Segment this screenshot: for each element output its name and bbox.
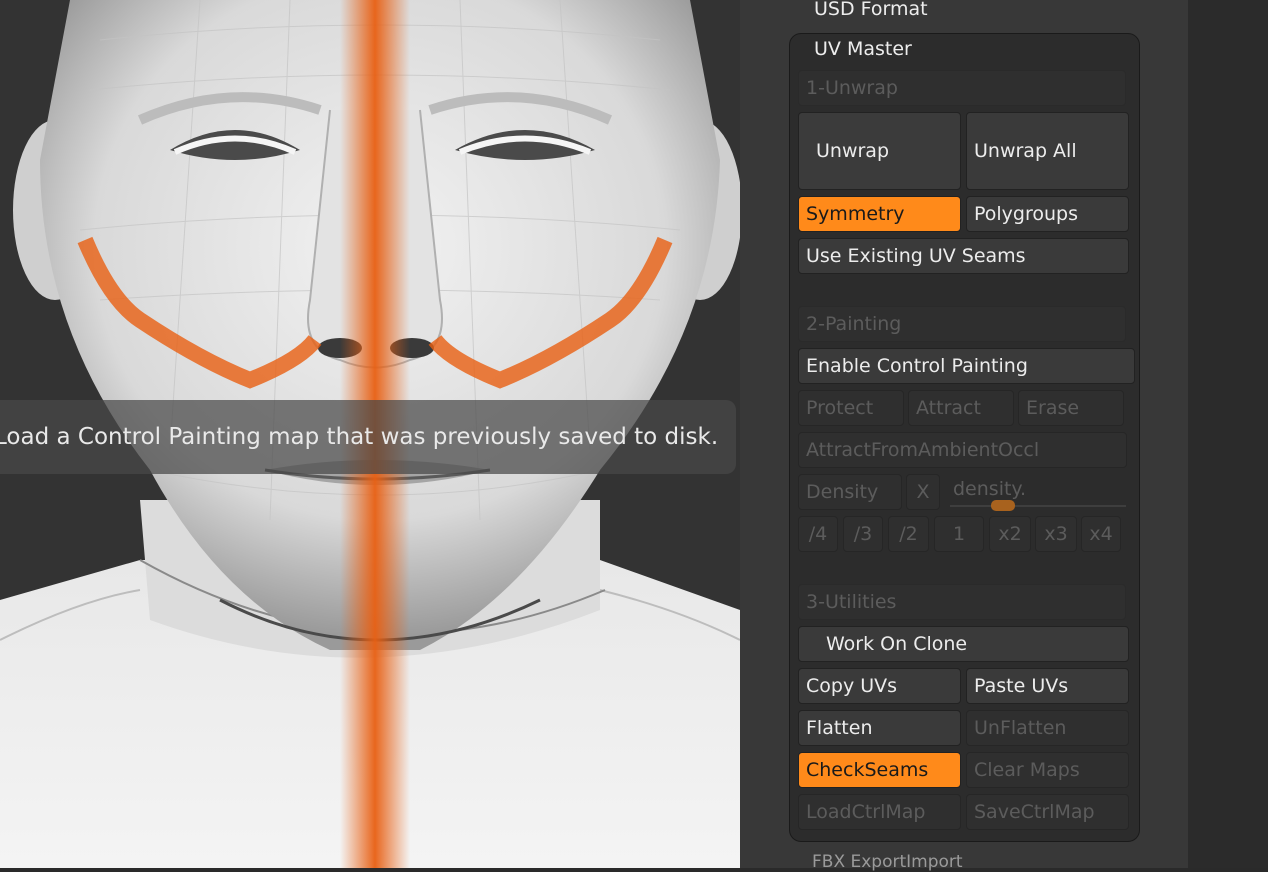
scroll-strip[interactable] (1188, 0, 1268, 868)
density-slider-label: density. (953, 478, 1026, 500)
fbx-export-import-header[interactable]: FBX ExportImport (812, 852, 963, 872)
density-step-button[interactable]: /3 (843, 516, 883, 552)
flatten-button[interactable]: Flatten (798, 710, 961, 746)
enable-control-painting-toggle[interactable]: Enable Control Painting (798, 348, 1135, 384)
section-label-unwrap: 1-Unwrap (798, 70, 1126, 106)
attract-from-ambient-occlusion-button[interactable]: AttractFromAmbientOccl (798, 432, 1127, 468)
load-ctrl-map-button[interactable]: LoadCtrlMap (798, 794, 961, 830)
check-seams-toggle[interactable]: CheckSeams (798, 752, 961, 788)
save-ctrl-map-button[interactable]: SaveCtrlMap (966, 794, 1129, 830)
density-step-button[interactable]: /2 (888, 516, 929, 552)
3d-viewport[interactable]: Load a Control Painting map that was pre… (0, 0, 740, 868)
density-step-button[interactable]: x4 (1081, 516, 1121, 552)
tooltip: Load a Control Painting map that was pre… (0, 400, 736, 474)
attract-button[interactable]: Attract (908, 390, 1014, 426)
symmetry-toggle[interactable]: Symmetry (798, 196, 961, 232)
section-label-utilities: 3-Utilities (798, 584, 1126, 620)
clear-maps-button[interactable]: Clear Maps (966, 752, 1129, 788)
density-step-button[interactable]: x3 (1035, 516, 1077, 552)
section-label-painting: 2-Painting (798, 306, 1126, 342)
density-x-button[interactable]: X (906, 474, 940, 510)
density-slider[interactable] (950, 505, 1126, 507)
density-step-button[interactable]: x2 (989, 516, 1031, 552)
copy-uvs-button[interactable]: Copy UVs (798, 668, 961, 704)
uv-master-header[interactable]: UV Master (814, 38, 912, 60)
work-on-clone-button[interactable]: Work On Clone (798, 626, 1129, 662)
density-step-button[interactable]: 1 (934, 516, 984, 552)
paste-uvs-button[interactable]: Paste UVs (966, 668, 1129, 704)
density-button[interactable]: Density (798, 474, 902, 510)
erase-button[interactable]: Erase (1018, 390, 1124, 426)
unwrap-button[interactable]: Unwrap (798, 112, 961, 190)
density-slider-knob[interactable] (990, 500, 1015, 511)
use-existing-uv-seams-toggle[interactable]: Use Existing UV Seams (798, 238, 1129, 274)
unwrap-all-button[interactable]: Unwrap All (966, 112, 1129, 190)
density-step-button[interactable]: /4 (798, 516, 838, 552)
usd-format-header[interactable]: USD Format (814, 0, 928, 20)
protect-button[interactable]: Protect (798, 390, 904, 426)
unflatten-button[interactable]: UnFlatten (966, 710, 1129, 746)
polygroups-toggle[interactable]: Polygroups (966, 196, 1129, 232)
